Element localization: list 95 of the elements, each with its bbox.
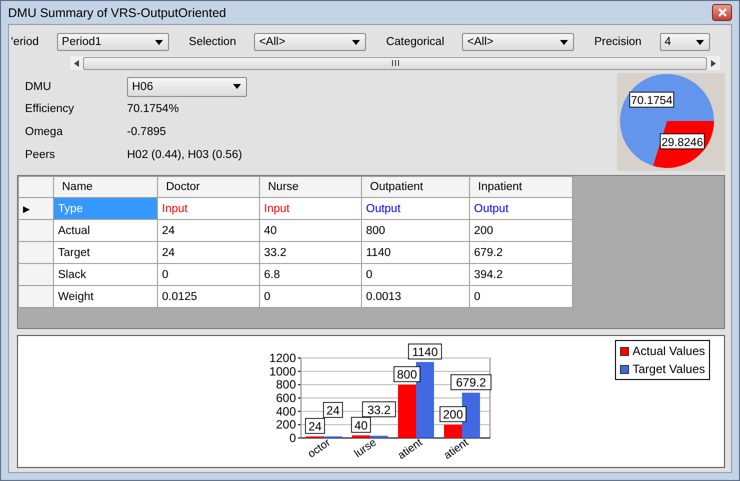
data-label: 40 <box>351 416 371 433</box>
scroll-right-icon <box>711 60 716 66</box>
row-header[interactable] <box>18 286 54 308</box>
data-label: 24 <box>305 418 325 434</box>
tick-label: 0 <box>289 431 296 445</box>
scrollbar-thumb[interactable] <box>83 56 707 70</box>
table-cell: Output <box>362 198 470 220</box>
window-title: DMU Summary of VRS-OutputOriented <box>8 6 226 20</box>
column-header[interactable]: Outpatient <box>362 176 470 198</box>
data-label: 1140 <box>412 345 438 359</box>
filter-label: 'eriod <box>11 36 39 48</box>
column-header[interactable]: Inpatient <box>470 176 572 198</box>
data-label: 70.1754 <box>630 95 674 108</box>
data-label: 679.2 <box>450 374 492 390</box>
table-cell: Output <box>470 198 572 220</box>
row-header[interactable] <box>18 220 54 242</box>
stat-value: 70.1754% <box>127 102 179 114</box>
dropdown-arrow-icon <box>154 40 163 44</box>
column-header[interactable]: Doctor <box>158 176 260 198</box>
data-label: 33.2 <box>362 401 396 418</box>
table-cell: 40 <box>260 220 362 242</box>
table-cell: Input <box>260 198 362 220</box>
dropdown-arrow-icon <box>352 40 360 44</box>
stat-value: -0.7895 <box>127 126 166 138</box>
stat-label: Efficiency <box>25 102 76 114</box>
data-label: 679.2 <box>456 376 486 390</box>
data-label: 1140 <box>408 344 442 360</box>
dropdown-arrow-icon <box>560 40 568 44</box>
data-label: 800 <box>394 366 420 382</box>
column-header[interactable]: Name <box>54 176 158 198</box>
table-cell: 24 <box>158 242 260 264</box>
table-cell: Actual <box>54 220 158 242</box>
data-label: 24 <box>308 419 322 434</box>
data-label: 40 <box>354 418 368 432</box>
table-cell: Target <box>54 242 158 264</box>
row-header[interactable] <box>18 264 54 286</box>
filter-dropdown[interactable]: 4 <box>660 33 710 51</box>
table-cell: 0 <box>260 286 362 308</box>
legend-label: Actual Values <box>632 344 705 358</box>
category-label: octor <box>306 436 333 460</box>
data-label: 200 <box>442 408 464 422</box>
data-label: 70.1754 <box>629 92 674 108</box>
table-cell: 800 <box>362 220 470 242</box>
table-cell: 679.2 <box>470 242 572 264</box>
data-label: 24 <box>326 403 340 418</box>
filter-label: Categorical <box>386 36 444 48</box>
close-button[interactable] <box>712 4 732 21</box>
table-cell: Weight <box>54 286 158 308</box>
filter-dropdown[interactable]: Period1 <box>56 33 169 51</box>
tick-label: 200 <box>276 418 296 432</box>
filter-dropdown[interactable]: <All> <box>254 33 366 51</box>
table-cell: 0.0013 <box>362 286 470 308</box>
filter-dropdown[interactable]: <All> <box>462 33 574 51</box>
data-label: 29.8246 <box>660 133 705 150</box>
stat-label: Peers <box>25 148 56 160</box>
scroll-left-icon <box>74 60 79 66</box>
category-label: lurse <box>352 436 379 460</box>
table-cell: 0 <box>470 286 572 308</box>
table-cell: 200 <box>470 220 572 242</box>
table-cell: 6.8 <box>260 264 362 286</box>
data-label: 33.2 <box>367 402 391 417</box>
data-label: 200 <box>440 406 466 422</box>
table-cell: 1140 <box>362 242 470 264</box>
stat-value: H02 (0.44), H03 (0.56) <box>127 148 242 160</box>
data-label: 29.8246 <box>662 136 704 149</box>
table-cell: Input <box>158 198 260 220</box>
tick-label: 1200 <box>269 351 296 365</box>
grip-icon <box>392 60 398 66</box>
legend-label: Target Values <box>632 362 705 376</box>
filter-label: Selection <box>188 36 236 48</box>
row-header[interactable] <box>18 242 54 264</box>
tick-label: 400 <box>276 404 296 418</box>
data-label: 800 <box>396 368 418 382</box>
table-cell: 0 <box>362 264 470 286</box>
dmu-dropdown[interactable]: H06 <box>127 76 247 96</box>
table-cell: 33.2 <box>260 242 362 264</box>
data-label: 24 <box>323 402 343 418</box>
table-cell: Type <box>54 198 158 220</box>
tick-label: 800 <box>276 378 296 392</box>
table-cell: 24 <box>158 220 260 242</box>
dropdown-arrow-icon <box>233 84 241 89</box>
table-cell: 0.0125 <box>158 286 260 308</box>
horizontal-scrollbar[interactable] <box>69 55 721 71</box>
dropdown-arrow-icon <box>696 40 704 44</box>
stat-label: Omega <box>25 126 64 138</box>
filter-label: Precision <box>594 36 642 48</box>
table-cell: 394.2 <box>470 264 572 286</box>
tick-label: 600 <box>276 391 296 405</box>
tick-label: 1000 <box>269 364 296 378</box>
row-header[interactable]: ▶ <box>18 198 54 220</box>
close-icon <box>718 8 726 17</box>
table-cell: Slack <box>54 264 158 286</box>
table-cell: 0 <box>158 264 260 286</box>
dmu-label: DMU <box>25 80 52 92</box>
column-header[interactable]: Nurse <box>260 176 362 198</box>
